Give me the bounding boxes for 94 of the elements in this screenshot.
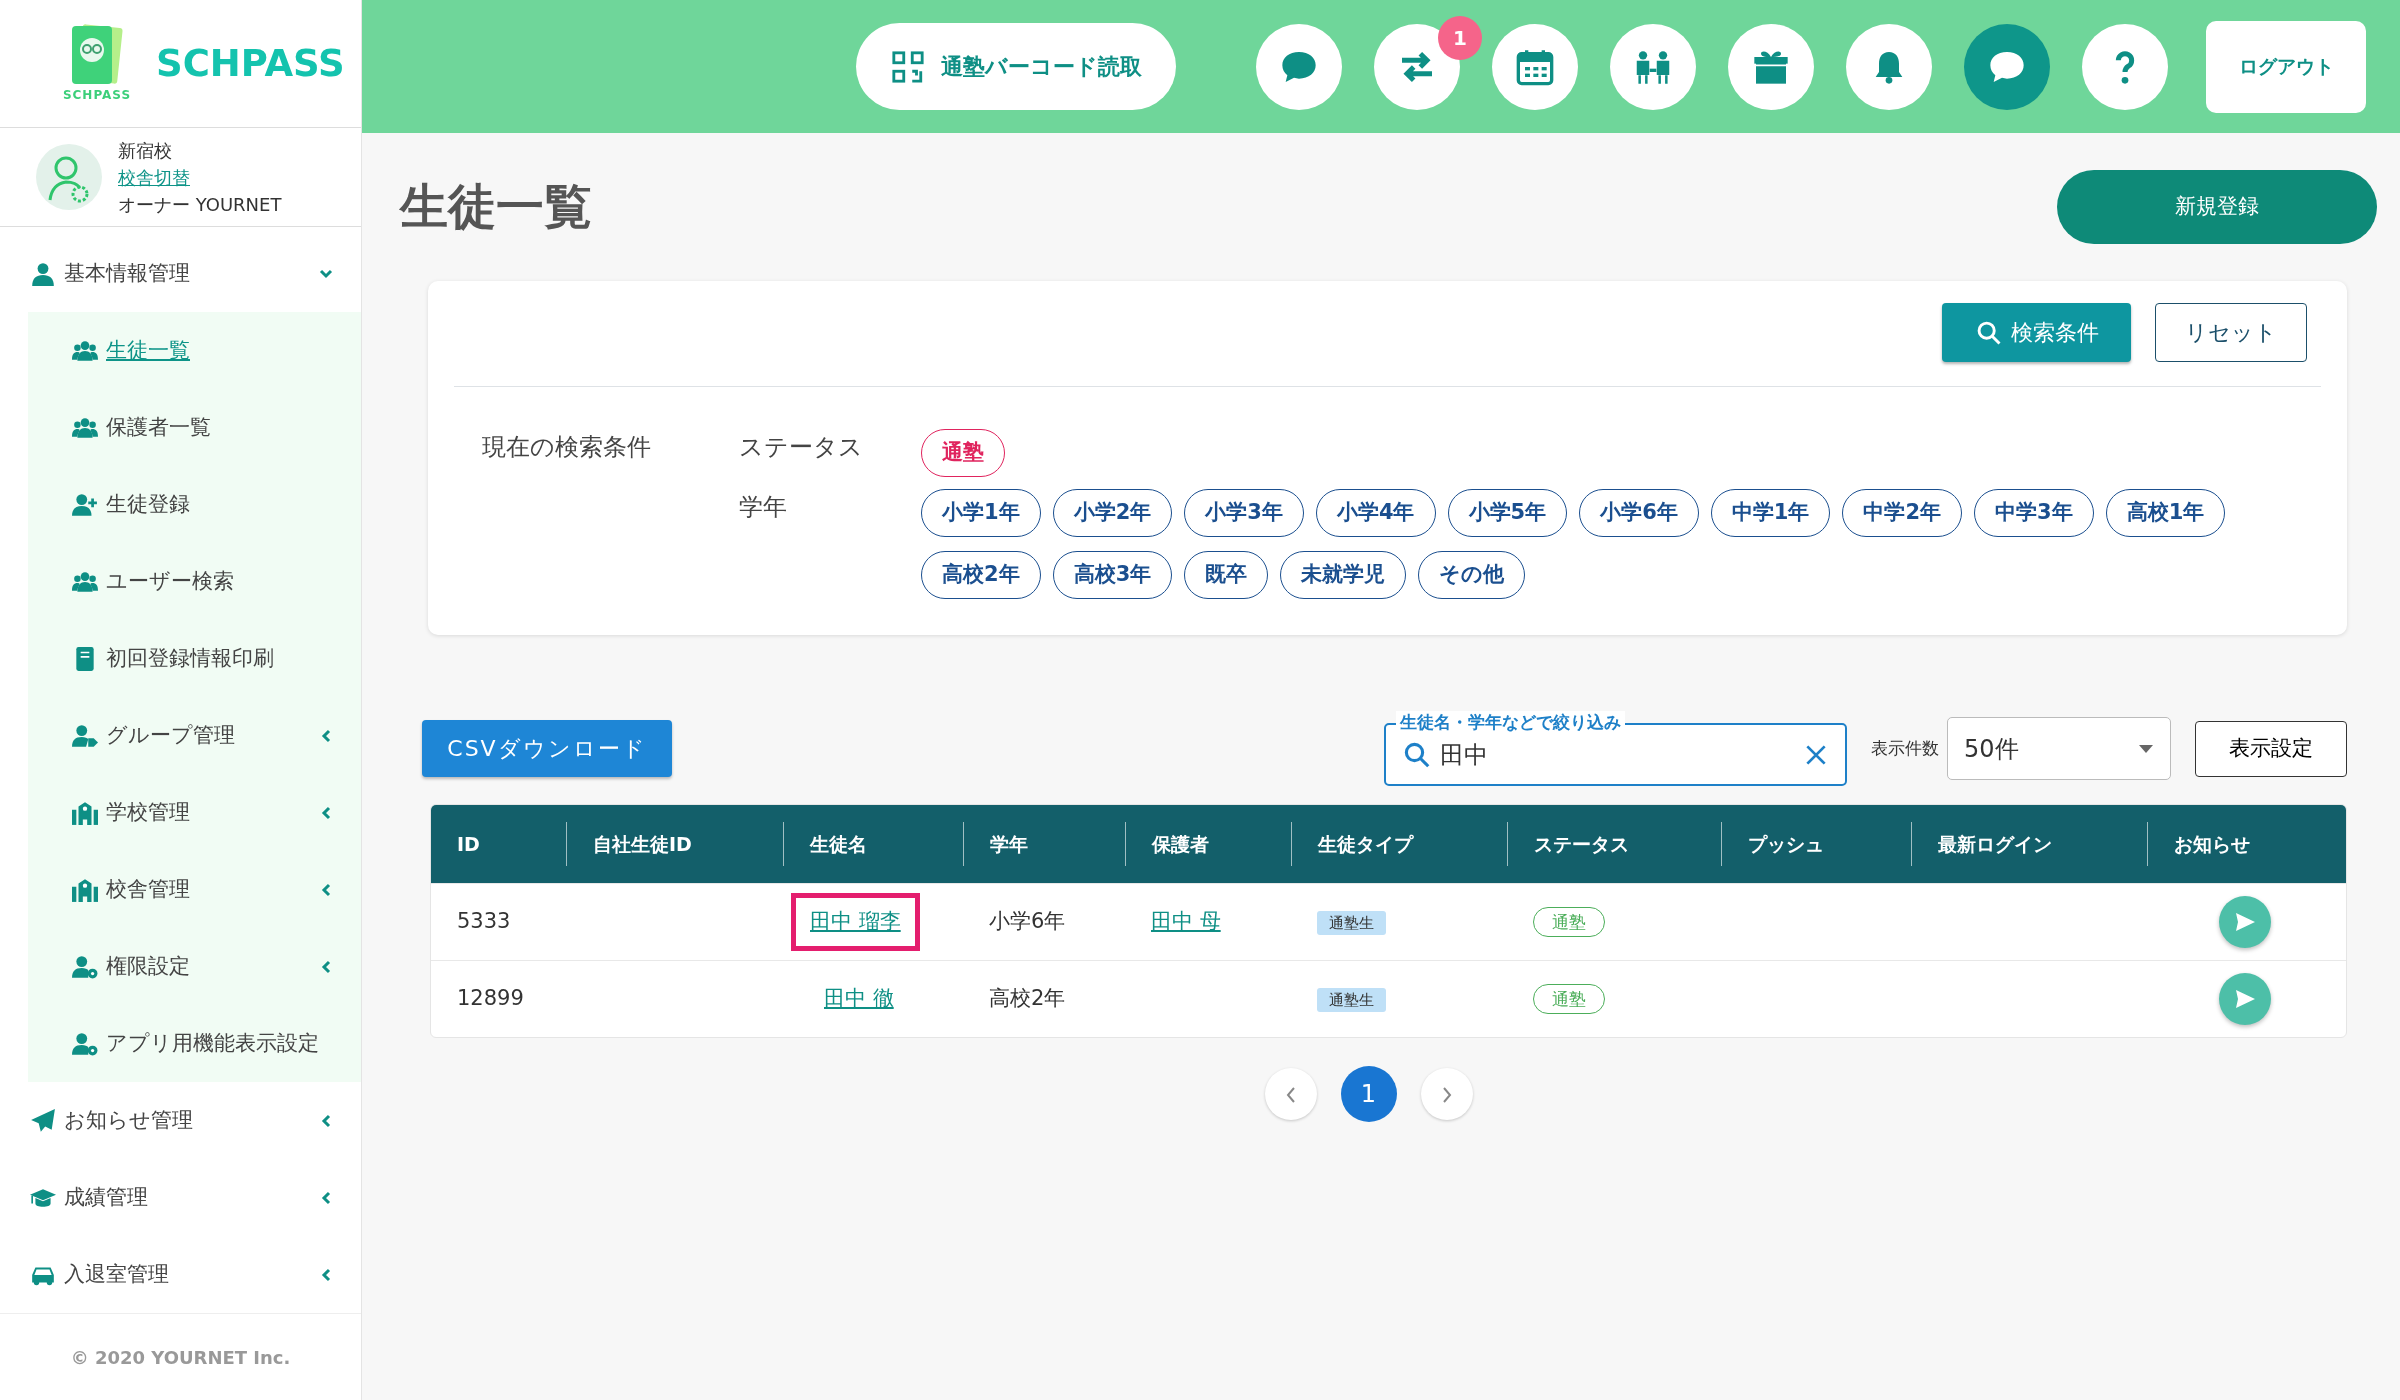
column-header: ID <box>456 831 481 857</box>
filter-chip: 小学6年 <box>1579 489 1699 537</box>
chevron-icon <box>319 728 333 743</box>
column-header: 生徒名 <box>783 822 963 866</box>
table-cell: 小学6年 <box>989 909 1066 934</box>
logo-caption: SCHPASS <box>62 86 132 104</box>
filter-chip: 中学3年 <box>1974 489 2094 537</box>
barcode-scan-button[interactable]: 通塾バーコード読取 <box>856 23 1176 110</box>
menu-item[interactable]: 初回登録情報印刷 <box>28 620 361 698</box>
filter-chip: 中学2年 <box>1842 489 1962 537</box>
filter-chip: 高校3年 <box>1052 551 1173 599</box>
user-tag-icon <box>72 722 98 749</box>
filter-label: 学年 <box>739 492 788 523</box>
menu-item[interactable]: 入退室管理 <box>0 1236 361 1314</box>
chevron-icon <box>319 1190 333 1205</box>
filter-value: 田中 <box>1440 739 1489 771</box>
column-header: 学年 <box>963 822 1125 866</box>
column-header: お知らせ <box>2147 822 2346 866</box>
filter-chip: 通塾 <box>921 429 1005 477</box>
filter-label: ステータス <box>739 432 864 463</box>
table-cell: 5333 <box>457 909 511 934</box>
chevron-icon <box>319 882 333 897</box>
search-conditions-button[interactable]: 検索条件 <box>1942 303 2131 362</box>
switch-school-link[interactable]: 校舎切替 <box>118 163 282 191</box>
menu-item[interactable]: 権限設定 <box>28 928 361 1006</box>
page-button[interactable]: 1 <box>1340 1066 1397 1122</box>
user-gear-icon <box>72 1030 98 1057</box>
filter-chip: 小学2年 <box>1052 489 1173 537</box>
chevron-icon <box>319 805 333 820</box>
menu-item[interactable]: お知らせ管理 <box>0 1082 361 1160</box>
menu-item[interactable]: 生徒登録 <box>28 466 361 544</box>
dropdown-caret-icon <box>2138 743 2154 754</box>
csv-download-button[interactable]: CSVダウンロード <box>422 720 672 777</box>
logout-button[interactable]: ログアウト <box>2206 20 2366 113</box>
reset-button[interactable]: リセット <box>2155 303 2307 362</box>
chevron-icon <box>319 959 333 974</box>
column-header: 生徒タイプ <box>1291 822 1507 866</box>
filter-chip: 小学4年 <box>1315 489 1436 537</box>
menu-item[interactable]: 保護者一覧 <box>28 389 361 467</box>
school-icon <box>72 799 98 826</box>
menu-item[interactable]: 成績管理 <box>0 1159 361 1237</box>
menu-item[interactable]: グループ管理 <box>28 697 361 775</box>
guardian-name-link[interactable]: 田中 母 <box>1151 909 1221 934</box>
filter-chip: 高校2年 <box>921 551 1041 599</box>
owner-name: オーナー YOURNET <box>118 192 282 217</box>
filter-chip: 中学1年 <box>1710 489 1831 537</box>
user-gear-icon <box>72 953 98 980</box>
user-plus-icon <box>72 491 98 518</box>
page-size-label: 表示件数 <box>1871 736 1939 760</box>
display-settings-button[interactable]: 表示設定 <box>2195 720 2347 777</box>
menu-item[interactable]: 校舎管理 <box>28 851 361 929</box>
filter-field-label: 生徒名・学年などで絞り込み <box>1396 711 1625 733</box>
filter-chip: その他 <box>1418 551 1526 599</box>
school-name: 新宿校 <box>118 138 173 163</box>
new-registration-button[interactable]: 新規登録 <box>2057 170 2377 244</box>
filter-chip: 小学1年 <box>921 489 1041 537</box>
column-header: 保護者 <box>1125 822 1291 866</box>
brand-name: SCHPASS <box>156 40 345 87</box>
menu-item[interactable]: 学校管理 <box>28 774 361 852</box>
menu-item[interactable]: 基本情報管理 <box>0 235 361 313</box>
chevron-icon <box>319 1267 333 1282</box>
column-header: 自社生徒ID <box>566 822 783 866</box>
paper-plane-icon <box>30 1107 56 1134</box>
filter-chip: 高校1年 <box>2105 489 2226 537</box>
send-icon <box>2233 987 2257 1011</box>
chevron-icon <box>319 1113 333 1128</box>
filter-chip: 未就学児 <box>1280 551 1407 599</box>
qr-code-icon <box>890 49 925 84</box>
filter-chip: 既卒 <box>1184 551 1269 599</box>
table-cell: 12899 <box>457 986 524 1011</box>
conditions-label: 現在の検索条件 <box>482 432 652 463</box>
page-size-select[interactable]: 50件 <box>1947 717 2171 780</box>
menu-item[interactable]: アプリ用機能表示設定 <box>28 1005 361 1083</box>
send-icon <box>2233 910 2257 934</box>
student-name-link[interactable]: 田中 徹 <box>824 986 894 1011</box>
column-header: 最新ログイン <box>1911 822 2147 866</box>
column-header: プッシュ <box>1721 822 1911 866</box>
filter-chip: 小学3年 <box>1184 489 1304 537</box>
copyright: © 2020 YOURNET Inc. <box>0 1313 361 1400</box>
user-icon <box>30 260 56 287</box>
menu-item[interactable]: ユーザー検索 <box>28 543 361 621</box>
menu-item[interactable]: 生徒一覧 <box>28 312 361 390</box>
school-icon <box>72 876 98 903</box>
notification-badge: 1 <box>1438 15 1482 60</box>
send-notification-button[interactable] <box>2219 896 2271 948</box>
send-notification-button[interactable] <box>2219 973 2271 1025</box>
student-name-link[interactable]: 田中 瑠李 <box>810 909 901 934</box>
student-type-tag: 通塾生 <box>1317 988 1386 1013</box>
column-header: ステータス <box>1507 822 1721 866</box>
page-title: 生徒一覧 <box>400 178 592 236</box>
table-cell: 高校2年 <box>989 986 1066 1011</box>
filter-chip: 小学5年 <box>1447 489 1568 537</box>
student-type-tag: 通塾生 <box>1317 911 1386 936</box>
avatar-icon <box>36 144 102 211</box>
